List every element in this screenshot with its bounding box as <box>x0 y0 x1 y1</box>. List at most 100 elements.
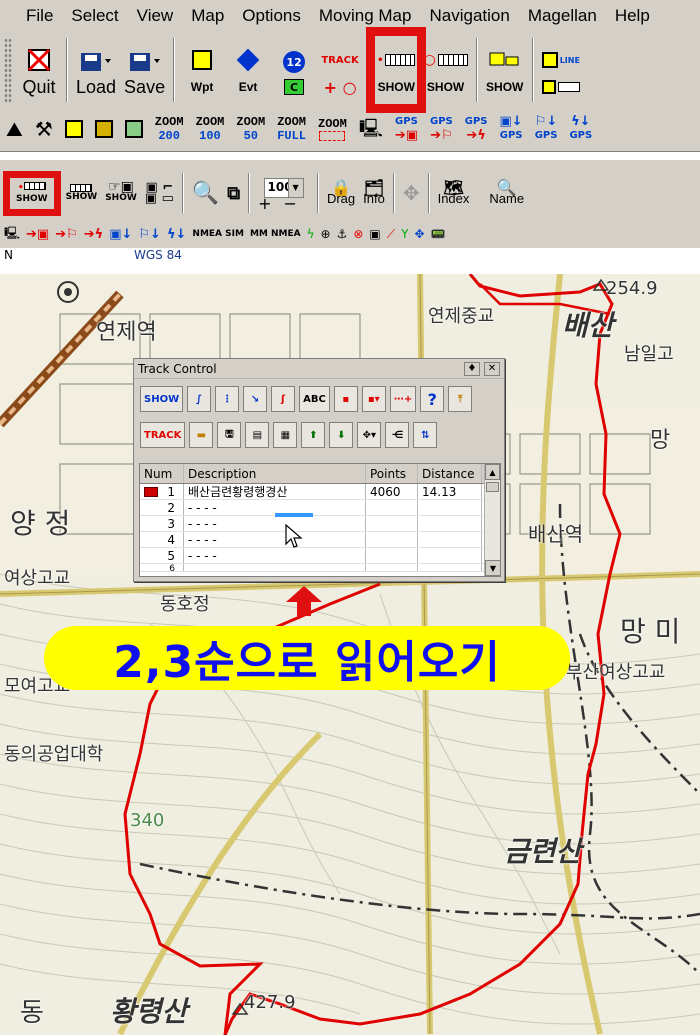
zoom-100-button[interactable]: ZOOM 100 <box>190 115 231 143</box>
edit-track-button[interactable]: ʃ <box>271 386 296 412</box>
info-button[interactable]: 🗂 Info <box>359 180 389 206</box>
gps-recv-wpt-small-icon[interactable]: ▣↓ <box>109 227 132 242</box>
move-down-button[interactable]: ⬇ <box>329 422 354 448</box>
profile-chart-icon[interactable]: ⟋ <box>387 227 395 242</box>
merge-track-button[interactable]: ↘ <box>243 386 268 412</box>
gps-recv-route-small-icon[interactable]: ⚐↓ <box>138 227 161 242</box>
gps-send-button[interactable]: 🖳 <box>353 120 389 138</box>
col-distance[interactable]: Distance <box>418 464 482 483</box>
track-show-button-highlighted[interactable]: • SHOW <box>3 170 61 216</box>
gps-wpt-button[interactable]: GPS ➔▣ <box>389 115 424 143</box>
toolbar-grip[interactable] <box>4 38 12 102</box>
antenna-icon[interactable]: Y <box>401 227 408 241</box>
quit-button[interactable]: Quit <box>16 34 62 106</box>
gps-recv-route-button[interactable]: ⚐↓ GPS <box>529 115 564 143</box>
zoom-50-button[interactable]: ZOOM 50 <box>230 115 271 143</box>
gps-recv-track-small-icon[interactable]: ϟ↓ <box>167 227 186 242</box>
scroll-up-arrow-icon[interactable]: ▲ <box>485 464 500 480</box>
col-description[interactable]: Description <box>184 464 366 483</box>
properties-button[interactable]: ▦ <box>273 422 298 448</box>
menu-moving-map[interactable]: Moving Map <box>310 6 421 26</box>
gps-recv-track-button[interactable]: ϟ↓ GPS <box>563 115 598 143</box>
anchor-icon[interactable]: ⚓ <box>337 227 348 241</box>
point-button[interactable]: ▪ <box>333 386 358 412</box>
col-points[interactable]: Points <box>366 464 418 483</box>
list-button[interactable]: ▤ <box>245 422 270 448</box>
center-button[interactable]: ✥▾ <box>357 422 382 448</box>
show-tracks-button-highlighted[interactable]: • SHOW <box>366 27 427 113</box>
menu-options[interactable]: Options <box>233 6 310 26</box>
freehand-track-button[interactable]: ∫ <box>187 386 212 412</box>
col-num[interactable]: Num <box>140 464 184 483</box>
gps-track-button[interactable]: GPS ➔ϟ <box>459 115 494 143</box>
mm-nmea-label[interactable]: MM NMEA <box>250 229 301 239</box>
track-list[interactable]: Num Description Points Distance 1 배산금련황령… <box>139 463 501 577</box>
menu-view[interactable]: View <box>128 6 183 26</box>
dialog-save-button[interactable]: 🖫 <box>217 422 242 448</box>
tools-button[interactable]: ⚒ <box>29 119 59 139</box>
track-row[interactable]: 2 - - - - <box>140 500 500 516</box>
menu-help[interactable]: Help <box>606 6 659 26</box>
menu-select[interactable]: Select <box>62 6 127 26</box>
gps-route-button[interactable]: GPS ➔⚐ <box>424 115 459 143</box>
top-button[interactable]: ⤒ <box>448 386 473 412</box>
drag-button[interactable]: 🔒 Drag <box>323 180 359 206</box>
crosshair-icon[interactable]: ⊕ <box>321 227 331 241</box>
evt-button[interactable]: Evt <box>225 34 271 106</box>
menu-file[interactable]: File <box>0 6 62 26</box>
wpt-button[interactable]: Wpt <box>179 34 225 106</box>
menu-magellan[interactable]: Magellan <box>519 6 606 26</box>
track-color-swatch[interactable] <box>144 487 158 497</box>
track-show-toggle-button[interactable]: SHOW <box>140 386 184 412</box>
point-dropdown-button[interactable]: ▪▾ <box>361 386 386 412</box>
m2-icon[interactable]: ▣ <box>369 227 380 241</box>
zoom-full-button[interactable]: ZOOM FULL <box>271 115 312 143</box>
dialog-menu-icon[interactable]: ♦ <box>464 361 480 376</box>
ruler-button[interactable]: ⛰ <box>0 119 29 139</box>
pan-arrows-button[interactable]: ✥ <box>399 183 424 203</box>
gps-recv-wpt-button[interactable]: ▣↓ GPS <box>494 115 529 143</box>
window-button[interactable]: ⧉ <box>223 184 244 202</box>
split-track-button[interactable]: ⋮ <box>215 386 240 412</box>
track-list-scrollbar[interactable]: ▲ ▼ <box>484 464 501 576</box>
track-row[interactable]: 5 - - - - <box>140 548 500 564</box>
scroll-thumb[interactable] <box>486 482 499 492</box>
track-row[interactable]: 4 - - - - <box>140 532 500 548</box>
route-button[interactable]: 12 C <box>271 34 317 106</box>
wpt-small-button[interactable] <box>59 120 89 138</box>
branch-button[interactable]: ⋲ <box>385 422 410 448</box>
gps-device-icon[interactable]: 📟 <box>431 227 446 241</box>
gps-wpt-small-icon[interactable]: ➔▣ <box>26 227 49 242</box>
show-routes-button[interactable]: ○ SHOW <box>419 34 471 106</box>
dialog-close-icon[interactable]: ✕ <box>484 361 500 376</box>
load-button[interactable]: Load <box>72 34 120 106</box>
gps-track-small-icon[interactable]: ➔ϟ <box>84 227 103 242</box>
find-button[interactable]: 🔍 <box>188 182 223 204</box>
route-show-small-button[interactable]: SHOW <box>62 183 102 203</box>
navigate-icon[interactable]: ✥ <box>415 227 425 241</box>
help-button[interactable]: ? <box>420 386 445 412</box>
track-button[interactable]: TRACK + ○ <box>317 34 363 106</box>
name-button[interactable]: 🔍 Name <box>485 180 528 206</box>
show-waypoints-button[interactable]: SHOW <box>482 34 528 106</box>
sort-button[interactable]: ⇅ <box>413 422 438 448</box>
nmea-signal-icon[interactable]: ϟ <box>307 227 315 241</box>
add-point-button[interactable]: ⋯+ <box>389 386 417 412</box>
line-button[interactable]: LINE <box>538 34 584 106</box>
save-button[interactable]: Save <box>120 34 169 106</box>
track-row[interactable]: 3 - - - - <box>140 516 500 532</box>
abc-button[interactable]: ABC <box>299 386 330 412</box>
dialog-titlebar[interactable]: Track Control ♦ ✕ <box>134 359 504 379</box>
stop-icon[interactable]: ⊗ <box>353 227 363 241</box>
track-row[interactable]: 6 <box>140 564 500 572</box>
zoom-200-button[interactable]: ZOOM 200 <box>149 115 190 143</box>
map-button[interactable] <box>119 120 149 138</box>
zoom-plus-minus-icon[interactable]: +− <box>258 195 309 211</box>
gps-send-small-icon[interactable]: 🖳 <box>4 224 20 245</box>
menu-navigation[interactable]: Navigation <box>420 6 518 26</box>
track-row[interactable]: 1 배산금련황령행경산 4060 14.13 <box>140 484 500 500</box>
gps-route-small-icon[interactable]: ➔⚐ <box>55 227 78 242</box>
menu-map[interactable]: Map <box>182 6 233 26</box>
line-small-button[interactable]: ▣ ⌐ ▣ ▭ <box>141 181 178 205</box>
dialog-track-button[interactable]: TRACK <box>140 422 186 448</box>
